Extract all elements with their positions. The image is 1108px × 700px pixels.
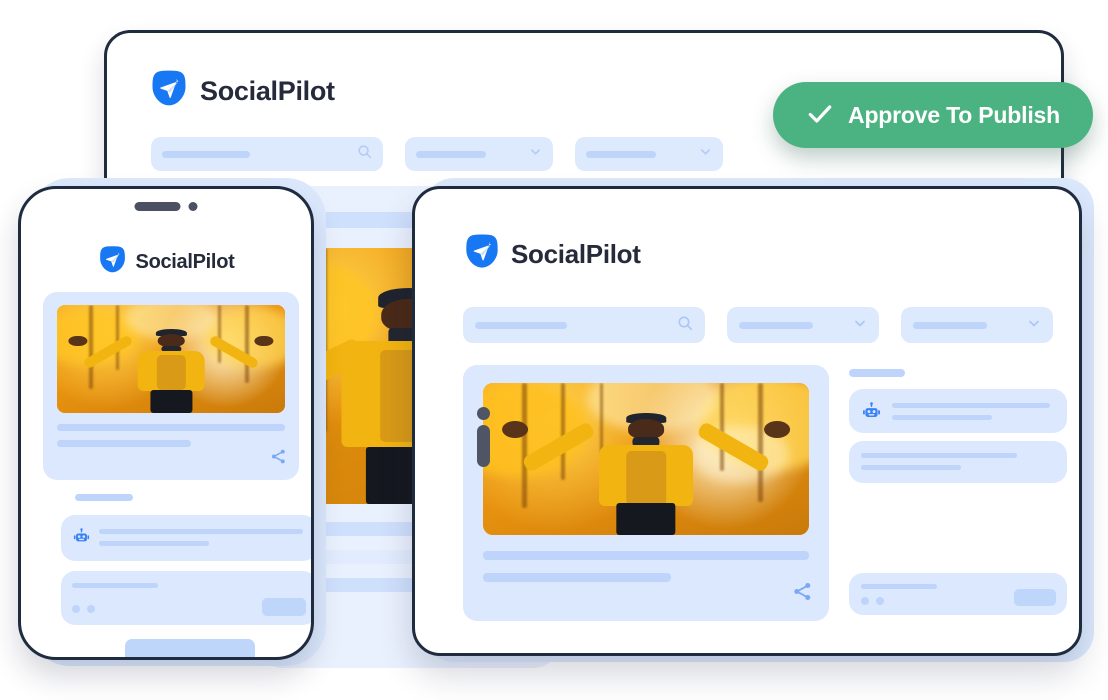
camera-dot-icon [188, 202, 198, 211]
main-caption-line [483, 551, 809, 560]
filter-dropdown-2[interactable] [575, 137, 723, 171]
mobile-cta-button[interactable] [125, 639, 255, 657]
search-input[interactable] [463, 307, 705, 343]
filter-dropdown-2-value [913, 321, 987, 329]
text-cursor-icon [477, 407, 490, 467]
mobile-ai-line [99, 541, 209, 546]
chevron-down-icon [1027, 316, 1041, 335]
filter-dropdown-2-value [586, 150, 656, 158]
paper-plane-icon [98, 245, 128, 280]
sidebar-footer-card[interactable] [849, 573, 1067, 615]
mobile-panel-brand-name: SocialPilot [135, 251, 235, 273]
search-input[interactable] [151, 137, 383, 171]
mobile-panel-logo: SocialPilot [98, 245, 235, 280]
screenshot-root: SocialPilot SocialPilot SocialPilot Appr… [0, 0, 1108, 700]
share-icon[interactable] [792, 581, 813, 607]
mobile-caption-line [57, 424, 285, 431]
status-dot [72, 605, 80, 613]
sidebar-section-label [849, 369, 905, 377]
sidebar-detail-line [861, 453, 1017, 458]
top-panel-brand-name: SocialPilot [200, 76, 335, 106]
robot-icon [73, 528, 90, 550]
sidebar-detail-line [861, 465, 961, 470]
sidebar-ai-card[interactable] [849, 389, 1067, 433]
approve-to-publish-button[interactable]: Approve To Publish [773, 82, 1093, 148]
share-icon[interactable] [270, 448, 287, 470]
mobile-section-label [75, 494, 133, 501]
main-panel-brand-name: SocialPilot [511, 239, 641, 269]
main-panel-logo: SocialPilot [463, 233, 641, 276]
chevron-down-icon [699, 145, 712, 163]
main-post-card[interactable] [463, 365, 829, 621]
chevron-down-icon [853, 316, 867, 335]
search-placeholder [475, 321, 567, 329]
paper-plane-icon [463, 233, 501, 276]
filter-dropdown-1-value [416, 150, 486, 158]
approve-to-publish-label: Approve To Publish [848, 101, 1060, 128]
mobile-caption-line [57, 440, 191, 447]
search-placeholder [162, 150, 250, 158]
paper-plane-icon [149, 69, 189, 114]
robot-icon [862, 402, 881, 426]
mobile-post-photo [57, 305, 285, 413]
mobile-info-button[interactable] [262, 598, 306, 616]
sidebar-footer-line [861, 584, 937, 589]
main-post-photo [483, 383, 809, 535]
mobile-preview-panel: SocialPilot [18, 186, 314, 660]
filter-dropdown-1[interactable] [727, 307, 879, 343]
status-dot [876, 597, 884, 605]
chevron-down-icon [529, 145, 542, 163]
speaker-pill-icon [134, 202, 181, 211]
sidebar-detail-card[interactable] [849, 441, 1067, 483]
check-icon [806, 100, 834, 131]
sidebar-footer-button[interactable] [1014, 589, 1056, 606]
status-dot [87, 605, 95, 613]
mobile-post-card[interactable] [43, 292, 299, 480]
sidebar-ai-line [892, 403, 1050, 408]
search-icon [677, 315, 693, 336]
search-icon [357, 144, 372, 164]
sidebar-ai-line [892, 415, 992, 420]
status-dot [861, 597, 869, 605]
mobile-info-line [72, 583, 158, 588]
main-preview-panel: SocialPilot [412, 186, 1082, 656]
filter-dropdown-1-value [739, 321, 813, 329]
main-caption-line [483, 573, 671, 582]
mobile-info-card[interactable] [61, 571, 311, 625]
phone-notch [134, 202, 198, 211]
filter-dropdown-2[interactable] [901, 307, 1053, 343]
filter-dropdown-1[interactable] [405, 137, 553, 171]
mobile-ai-card[interactable] [61, 515, 311, 561]
mobile-ai-line [99, 529, 303, 534]
top-panel-logo: SocialPilot [149, 69, 335, 114]
top-panel-filter-bar [151, 137, 723, 171]
main-panel-filter-bar [463, 307, 1053, 343]
